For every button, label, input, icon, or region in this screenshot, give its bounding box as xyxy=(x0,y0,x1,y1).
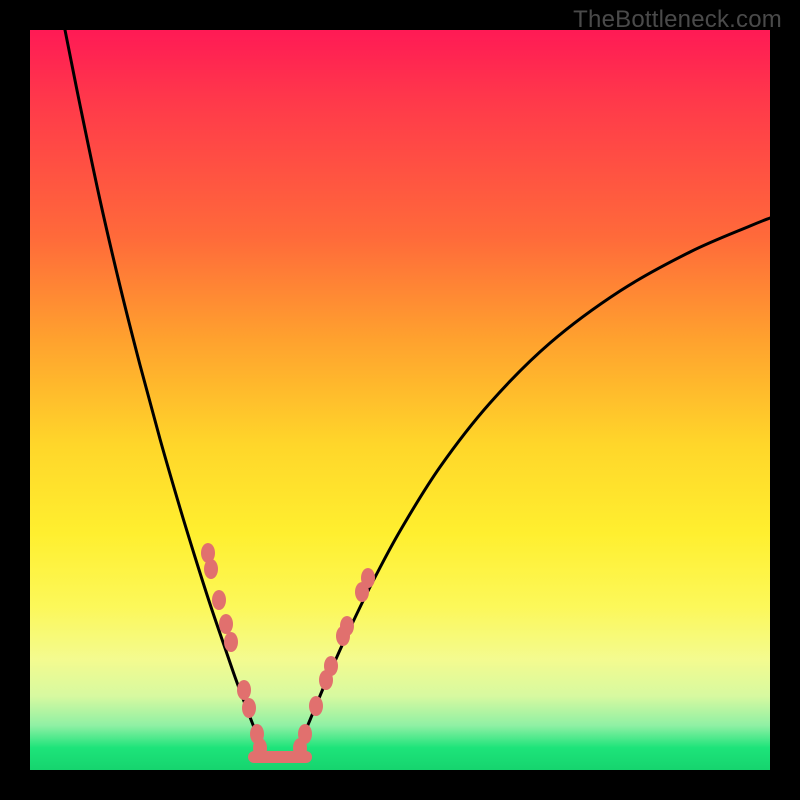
curve-marker xyxy=(298,724,312,744)
curve-marker xyxy=(309,696,323,716)
curve-marker xyxy=(361,568,375,588)
curve-marker xyxy=(340,616,354,636)
right-curve-path xyxy=(298,218,770,748)
curve-marker xyxy=(219,614,233,634)
curve-marker xyxy=(224,632,238,652)
curve-marker xyxy=(204,559,218,579)
curve-marker xyxy=(212,590,226,610)
curve-marker xyxy=(253,738,267,758)
curve-marker xyxy=(242,698,256,718)
plot-area xyxy=(30,30,770,770)
curve-layer xyxy=(30,30,770,770)
curve-marker xyxy=(237,680,251,700)
curve-marker xyxy=(324,656,338,676)
chart-frame: TheBottleneck.com xyxy=(0,0,800,800)
